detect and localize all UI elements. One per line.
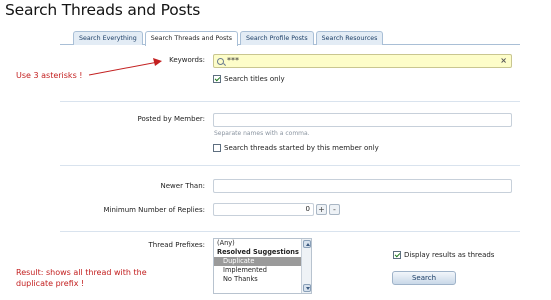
annotation-arrow xyxy=(88,58,162,76)
